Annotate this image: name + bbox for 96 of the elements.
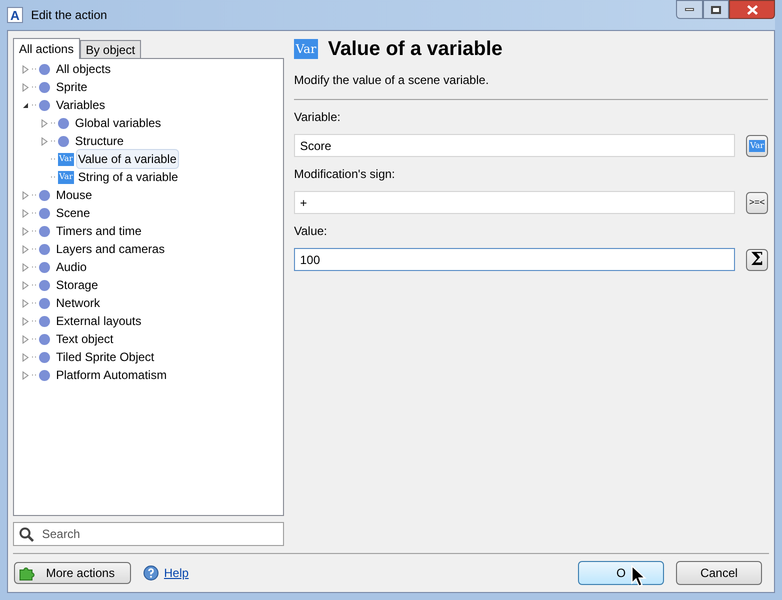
tree-item[interactable]: Platform Automatism (54, 365, 169, 385)
tree-connector-line (31, 194, 39, 196)
tree-item[interactable]: External layouts (54, 311, 144, 331)
parameter-label: Value: (294, 223, 328, 240)
parameter-label: Variable: (294, 109, 342, 126)
expand-arrow-icon[interactable] (22, 352, 29, 362)
tree-connector-line (31, 104, 39, 106)
close-icon (746, 4, 758, 14)
parameter-label: Modification's sign: (294, 166, 396, 183)
variable-icon: Var (58, 170, 74, 184)
minimize-button[interactable] (676, 0, 703, 19)
expand-arrow-icon[interactable] (22, 226, 29, 236)
tree-connector-line (31, 212, 39, 214)
variable-icon: Var (58, 152, 74, 166)
tree-connector-line (31, 266, 39, 268)
tree-item[interactable]: Mouse (54, 185, 94, 205)
parameter-field[interactable]: 100 (294, 248, 735, 271)
collapse-arrow-icon[interactable] (22, 102, 29, 108)
bullet-icon (39, 64, 50, 74)
bullet-icon (39, 298, 50, 308)
expand-arrow-icon[interactable] (22, 316, 29, 326)
tree-item[interactable]: Network (54, 293, 102, 313)
expand-arrow-icon[interactable] (41, 118, 48, 128)
puzzle-icon (18, 565, 36, 581)
expand-arrow-icon[interactable] (22, 82, 29, 92)
tree-connector-line (50, 140, 58, 142)
tree-item[interactable]: Storage (54, 275, 100, 295)
bullet-icon (39, 262, 50, 272)
tree-connector-line (31, 248, 39, 250)
tree-item[interactable]: Value of a variable (76, 149, 179, 169)
tree-connector-line (31, 356, 39, 358)
close-button[interactable] (729, 0, 775, 19)
tree-item[interactable]: Scene (54, 203, 92, 223)
app-logo-icon: A (7, 7, 23, 23)
tree-item[interactable]: All objects (54, 59, 113, 79)
tree-connector-line (50, 122, 58, 124)
tree-item[interactable]: Timers and time (54, 221, 144, 241)
expand-arrow-icon[interactable] (22, 334, 29, 344)
search-field[interactable]: Search (13, 522, 284, 546)
tree-item[interactable]: Structure (73, 131, 126, 151)
bullet-icon (39, 190, 50, 200)
expand-arrow-icon[interactable] (22, 244, 29, 254)
more-actions-button[interactable]: More actions (14, 562, 131, 584)
parameter-field[interactable]: Score (294, 134, 735, 157)
bullet-icon (39, 370, 50, 380)
tree-item[interactable]: Global variables (73, 113, 164, 133)
bullet-icon (58, 118, 69, 128)
bullet-icon (39, 208, 50, 218)
tree-connector-line (31, 230, 39, 232)
expand-arrow-icon[interactable] (22, 64, 29, 74)
bullet-icon (58, 136, 69, 146)
cancel-button[interactable]: Cancel (676, 561, 762, 585)
variable-icon: Var (294, 39, 318, 59)
action-title: Value of a variable (328, 37, 503, 62)
expand-arrow-icon[interactable] (22, 208, 29, 218)
expand-arrow-icon[interactable] (22, 190, 29, 200)
tree-connector-line (31, 68, 39, 70)
expression-picker-button[interactable]: Σ (746, 248, 768, 270)
tree-connector-line (31, 302, 39, 304)
expand-arrow-icon[interactable] (22, 370, 29, 380)
search-icon (19, 527, 34, 542)
tree-item[interactable]: Tiled Sprite Object (54, 347, 156, 367)
bullet-icon (39, 244, 50, 254)
mouse-cursor-icon (631, 565, 649, 589)
tree-item[interactable]: Sprite (54, 77, 90, 97)
parameter-field[interactable]: + (294, 191, 735, 214)
tree-item[interactable]: Text object (54, 329, 116, 349)
help-link[interactable]: Help (164, 564, 189, 582)
expand-arrow-icon[interactable] (22, 262, 29, 272)
tree-item[interactable]: Layers and cameras (54, 239, 167, 259)
window-title: Edit the action (31, 7, 108, 24)
bullet-icon (39, 316, 50, 326)
expand-arrow-icon[interactable] (22, 298, 29, 308)
bullet-icon (39, 226, 50, 236)
bullet-icon (39, 280, 50, 290)
bullet-icon (39, 352, 50, 362)
tree-connector-line (31, 284, 39, 286)
expand-arrow-icon[interactable] (41, 136, 48, 146)
expand-arrow-icon[interactable] (22, 280, 29, 290)
tree-item[interactable]: String of a variable (76, 167, 180, 187)
tab[interactable]: By object (80, 40, 142, 58)
operator-picker-button[interactable]: >=< (746, 192, 768, 214)
tree-connector-line (31, 338, 39, 340)
bullet-icon (39, 82, 50, 92)
tree-item[interactable]: Audio (54, 257, 89, 277)
tab[interactable]: All actions (13, 38, 80, 59)
help-icon (143, 565, 159, 581)
ok-button[interactable]: O (578, 561, 664, 585)
tree-connector-line (31, 320, 39, 322)
tree-connector-line (31, 86, 39, 88)
action-description: Modify the value of a scene variable. (294, 72, 490, 89)
maximize-button[interactable] (703, 0, 729, 19)
tree-item[interactable]: Variables (54, 95, 108, 115)
bullet-icon (39, 334, 50, 344)
tree-connector-line (31, 374, 39, 376)
bullet-icon (39, 100, 50, 110)
